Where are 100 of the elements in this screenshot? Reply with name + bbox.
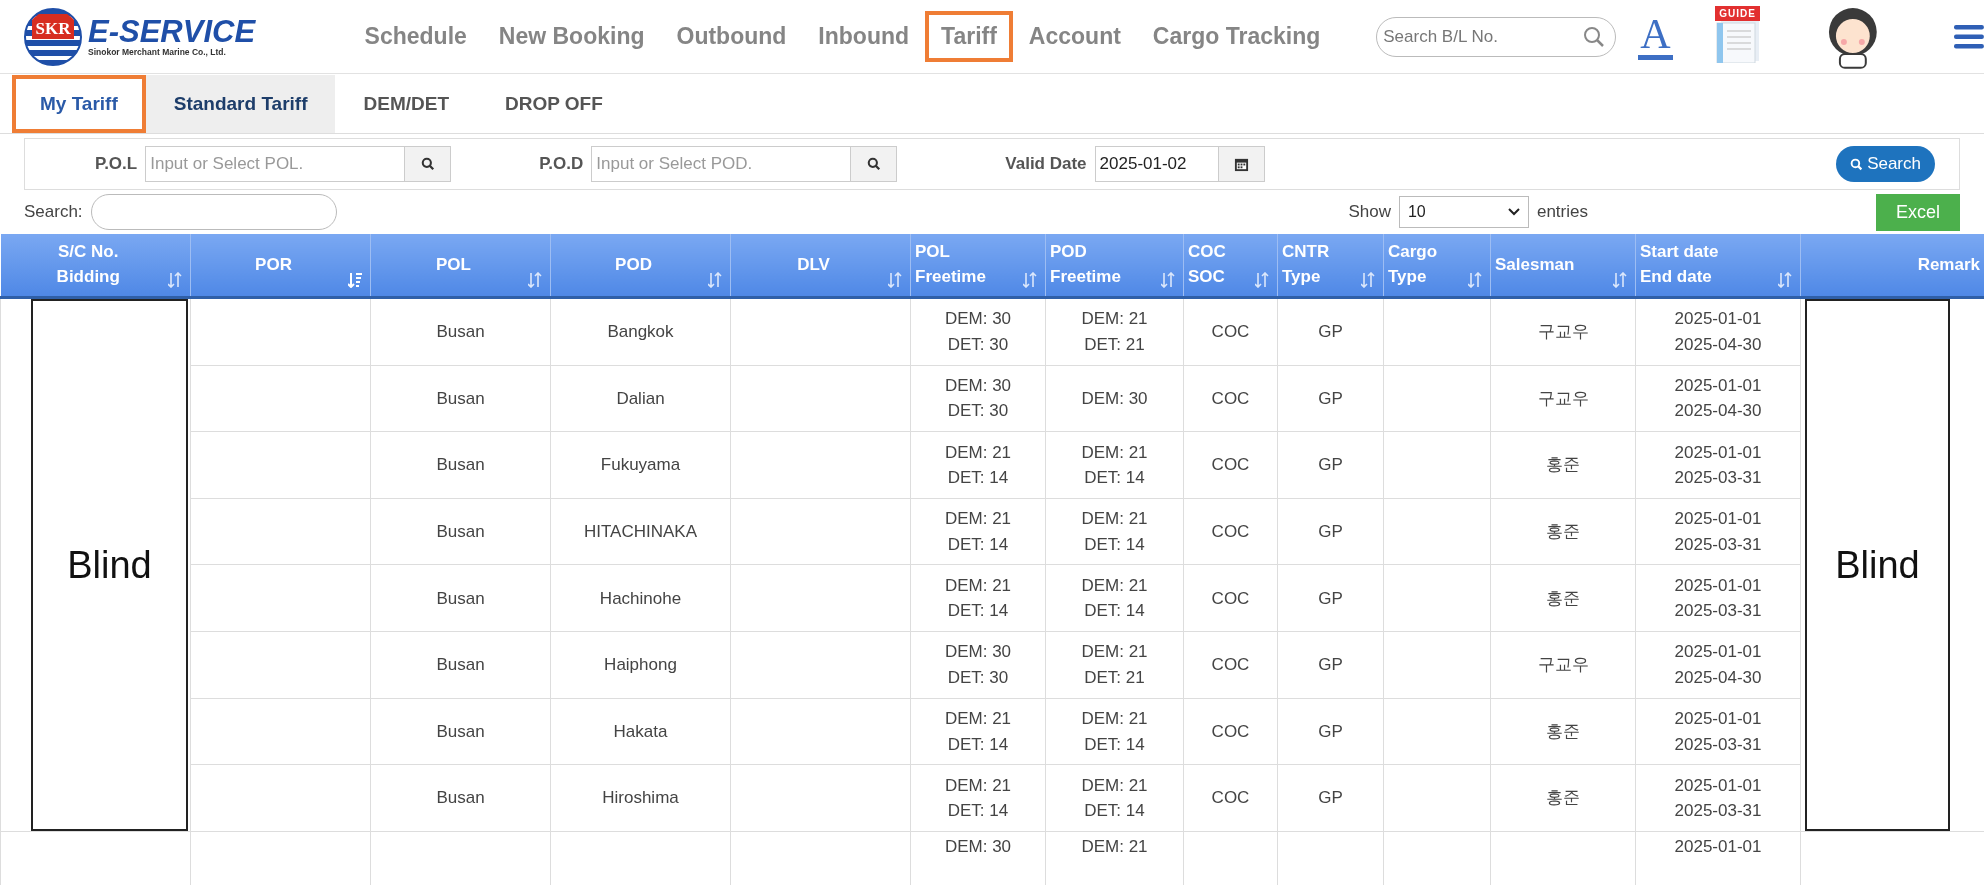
table-cell: GP — [1318, 521, 1343, 541]
table-cell: GP — [1318, 721, 1343, 741]
table-search-label: Search: — [24, 202, 83, 222]
column-header[interactable]: POD — [550, 234, 731, 298]
table-cell: 2025-01-01 — [1674, 837, 1762, 856]
table-cell: 구교우 — [1537, 322, 1589, 342]
table-cell: Busan — [436, 588, 485, 608]
table-cell: Fukuyama — [600, 455, 681, 475]
logo-title: E-SERVICE — [88, 16, 256, 47]
table-cell: COC — [1211, 322, 1250, 342]
table-cell: GP — [1318, 588, 1343, 608]
column-header[interactable]: POL — [370, 234, 551, 298]
pol-label: P.O.L — [95, 154, 138, 174]
column-header[interactable]: POR — [190, 234, 371, 298]
column-header[interactable]: CNTR Type — [1277, 234, 1384, 298]
search-icon — [866, 157, 881, 171]
nav-link[interactable]: Schedule — [348, 11, 483, 62]
table-cell: 2025-01-01 2025-04-30 — [1674, 375, 1762, 421]
table-cell: 홍준 — [1546, 788, 1580, 808]
table-cell: 2025-01-01 2025-03-31 — [1674, 575, 1762, 621]
table-cell: DEM: 30 DET: 30 — [944, 309, 1012, 354]
table-cell: DEM: 21 — [1081, 837, 1148, 856]
table-cell: COC — [1211, 521, 1250, 541]
table-cell: GP — [1318, 788, 1343, 808]
column-header[interactable]: Salesman — [1490, 234, 1636, 298]
bl-search-field[interactable]: Search B/L No. — [1376, 16, 1617, 57]
column-header[interactable]: Start date End date — [1635, 234, 1801, 298]
guide-button[interactable]: GUIDE — [1712, 5, 1763, 68]
table-cell: DEM: 30 DET: 30 — [944, 642, 1012, 687]
table-cell: GP — [1318, 322, 1343, 342]
table-cell: Busan — [436, 455, 485, 475]
table-cell: COC — [1211, 455, 1250, 475]
table-cell: DEM: 21 DET: 14 — [944, 709, 1012, 754]
column-header[interactable]: POD Freetime — [1045, 234, 1184, 298]
table-cell: 홍준 — [1546, 721, 1580, 741]
table-cell: DEM: 30 — [944, 837, 1012, 856]
calendar-button[interactable] — [1218, 146, 1265, 182]
table-cell: 홍준 — [1546, 455, 1580, 475]
tab[interactable]: Standard Tariff — [145, 75, 336, 133]
table-cell: DEM: 21 DET: 14 — [1081, 709, 1148, 754]
table-cell: 2025-01-01 2025-03-31 — [1674, 442, 1762, 488]
table-cell: DEM: 21 DET: 14 — [1081, 442, 1148, 488]
table-cell: DEM: 21 DET: 14 — [944, 442, 1012, 488]
entries-label: entries — [1536, 202, 1588, 222]
pol-input[interactable]: Input or Select POL. — [145, 146, 406, 182]
column-header[interactable]: POL Freetime — [910, 234, 1046, 298]
table-cell: COC — [1211, 721, 1250, 741]
nav-link[interactable]: Inbound — [802, 11, 926, 62]
nav-link[interactable]: Cargo Tracking — [1136, 11, 1337, 62]
search-icon — [420, 157, 435, 171]
redaction-box: Blind — [31, 299, 188, 831]
column-header[interactable]: DLV — [730, 234, 911, 298]
pod-search-button[interactable] — [851, 146, 898, 182]
table-cell: DEM: 21 DET: 14 — [944, 509, 1012, 554]
table-cell: DEM: 21 DET: 21 — [1081, 642, 1148, 687]
table-cell: Haiphong — [604, 655, 677, 675]
logo-subtitle: Sinokor Merchant Marine Co., Ltd. — [88, 47, 227, 57]
table-cell: 2025-01-01 2025-03-31 — [1674, 709, 1762, 754]
table-cell: DEM: 21 DET: 14 — [1081, 509, 1148, 554]
table-cell: DEM: 21 DET: 14 — [1081, 775, 1148, 821]
table-cell: Hachinohe — [599, 588, 682, 608]
column-header[interactable]: Cargo Type — [1383, 234, 1491, 298]
menu-icon[interactable] — [1954, 24, 1984, 49]
table-cell: Busan — [436, 322, 485, 342]
font-size-button[interactable]: A — [1638, 13, 1673, 60]
valid-date-label: Valid Date — [1005, 154, 1087, 174]
nav-link[interactable]: Tariff — [925, 11, 1013, 62]
table-cell: Bangkok — [607, 322, 674, 342]
pol-search-button[interactable] — [405, 146, 452, 182]
table-cell: DEM: 30 — [1081, 388, 1148, 408]
excel-button[interactable]: Excel — [1876, 193, 1960, 231]
table-cell: Hakata — [613, 721, 668, 741]
table-cell: Hiroshima — [602, 788, 679, 808]
table-cell: GP — [1318, 655, 1343, 675]
entries-select[interactable]: 10 — [1398, 196, 1529, 228]
table-search-field[interactable] — [90, 194, 337, 230]
table-cell: COC — [1211, 655, 1250, 675]
column-header[interactable]: COC SOC — [1183, 234, 1278, 298]
nav-link[interactable]: New Booking — [482, 11, 661, 62]
table-cell: COC — [1211, 788, 1250, 808]
table-cell: 2025-01-01 2025-03-31 — [1674, 775, 1762, 821]
tab[interactable]: My Tariff — [12, 75, 146, 133]
show-label: Show — [1348, 202, 1391, 222]
table-cell: COC — [1211, 588, 1250, 608]
pod-input[interactable]: Input or Select POD. — [591, 146, 852, 182]
search-icon — [1850, 157, 1864, 171]
table-cell: 구교우 — [1537, 655, 1589, 675]
nav-link[interactable]: Account — [1012, 11, 1137, 62]
column-header[interactable]: S/C No. Bidding — [0, 234, 191, 298]
table-cell: Busan — [436, 521, 485, 541]
valid-date-input[interactable]: 2025-01-02 — [1094, 146, 1219, 182]
table-cell: Busan — [436, 721, 485, 741]
table-cell: Busan — [436, 788, 485, 808]
table-cell: DEM: 30 DET: 30 — [944, 375, 1012, 421]
nav-link[interactable]: Outbound — [660, 11, 803, 62]
table-cell: GP — [1318, 455, 1343, 475]
table-cell: DEM: 21 DET: 14 — [944, 575, 1012, 621]
column-header[interactable]: Remark — [1800, 234, 1984, 298]
search-button[interactable]: Search — [1836, 146, 1935, 182]
table-cell: DEM: 21 DET: 14 — [1081, 575, 1148, 621]
